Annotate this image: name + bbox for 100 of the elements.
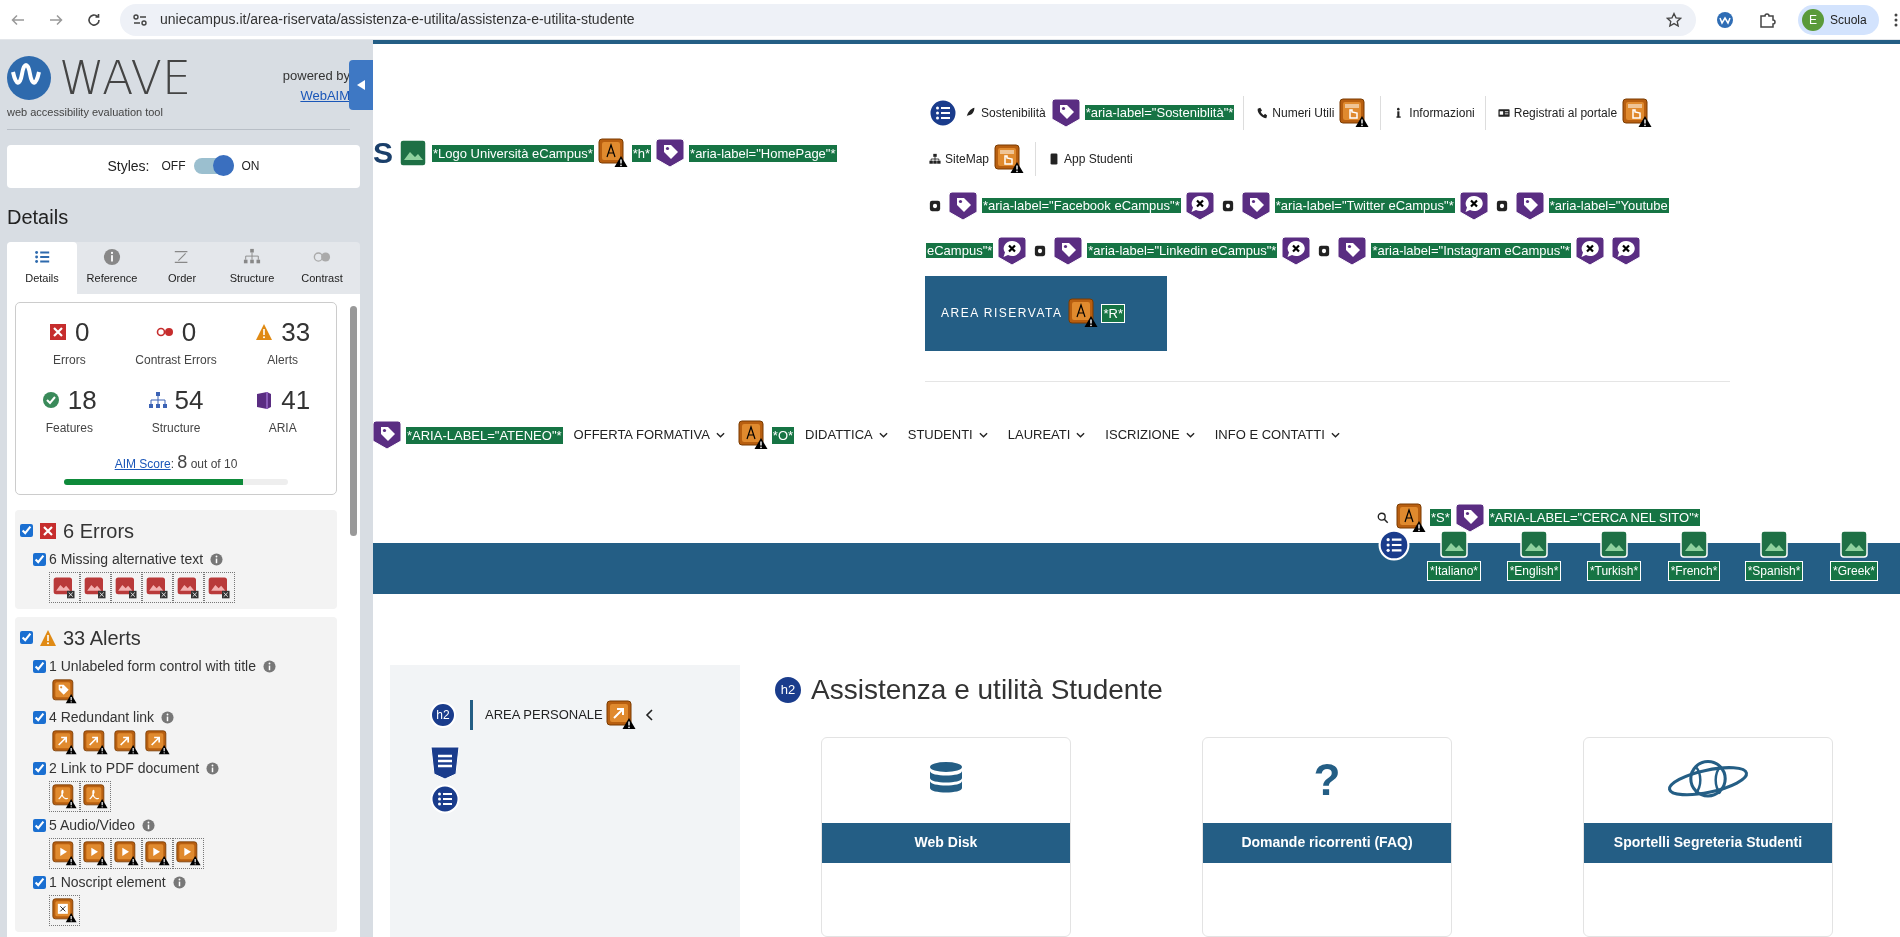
item-checkbox[interactable] (33, 659, 46, 673)
annotation-label: *aria-label="Twitter eCampus"* (1273, 196, 1456, 214)
info-icon[interactable] (172, 875, 186, 889)
item-checkbox[interactable] (33, 552, 46, 566)
panel-tab[interactable]: Reference (77, 241, 147, 294)
play-warning-icon[interactable] (173, 837, 204, 869)
heading-badge: h2 (773, 675, 803, 705)
heading-badge: h2 (430, 702, 456, 728)
chevron-down-icon (715, 432, 725, 439)
nav-menu-button[interactable]: STUDENTI (897, 425, 998, 445)
category-checkbox[interactable] (20, 524, 33, 537)
item-label: 2 Link to PDF document (49, 758, 200, 778)
header-link[interactable]: Numeri Utili (1272, 90, 1335, 136)
item-checkbox[interactable] (33, 710, 46, 724)
play-warning-icon[interactable] (80, 837, 111, 869)
tag-icon (1454, 502, 1485, 533)
styles-toggle[interactable] (193, 158, 234, 174)
profile-button[interactable]: E Scuola (1798, 4, 1879, 35)
letter-a-warning-icon (597, 138, 628, 169)
category-title: 33 Alerts (63, 625, 141, 651)
letter-a-warning-icon (737, 420, 768, 451)
broken-image-icon[interactable] (142, 571, 173, 603)
annotation-label: *French* (1667, 561, 1721, 581)
puzzle-icon[interactable] (1758, 10, 1776, 29)
speech-bubble-x-icon (1281, 235, 1312, 266)
category-checkbox[interactable] (20, 631, 33, 644)
info-icon[interactable] (142, 818, 156, 832)
info-icon[interactable] (263, 659, 276, 673)
list-icon (430, 784, 460, 814)
item-label: 1 Noscript element (49, 872, 166, 892)
nav-menu-button[interactable]: ISCRIZIONE (1095, 425, 1205, 445)
reserved-area-link[interactable]: AREA RISERVATA (941, 304, 1063, 323)
info-icon[interactable] (206, 761, 220, 775)
broken-image-icon[interactable] (49, 571, 80, 603)
document-warning-icon[interactable] (80, 780, 111, 812)
summary-count: 54 (174, 384, 204, 415)
header-link[interactable]: Registrati al portale (1513, 90, 1618, 136)
broken-image-icon[interactable] (80, 571, 111, 603)
card-title: Sportelli Segreteria Studenti (1584, 823, 1832, 863)
broken-image-icon[interactable] (111, 571, 142, 603)
panel-tab[interactable]: Details (7, 241, 77, 294)
list-icon (928, 98, 958, 128)
webaim-link[interactable]: WebAIM (300, 85, 350, 105)
shield-list-icon (430, 746, 460, 780)
link-warning-icon[interactable] (52, 729, 77, 755)
aim-score-link[interactable]: AIM Score (114, 456, 171, 471)
image-icon (1439, 529, 1469, 559)
nav-menu-button[interactable]: INFO E CONTATTI (1204, 425, 1350, 445)
document-warning-icon[interactable] (49, 780, 80, 812)
chevron-left-icon[interactable] (644, 709, 653, 721)
header-link[interactable]: Sostenibilità (981, 90, 1046, 136)
site-settings-icon[interactable] (132, 11, 148, 28)
annotation-label: *S* (1429, 508, 1452, 528)
tag-warning-icon[interactable] (52, 678, 77, 704)
logo-letter: S (373, 138, 393, 169)
item-checkbox[interactable] (33, 818, 46, 832)
script-warning-icon[interactable] (49, 894, 80, 926)
more-icon[interactable] (1892, 11, 1899, 28)
header-link[interactable]: SiteMap (945, 136, 990, 182)
card-title: Domande ricorrenti (FAQ) (1203, 823, 1451, 863)
address-bar[interactable]: uniecampus.it/area-riservata/assistenza-e-utilita/assistenza-e-utilita-studente (120, 3, 1696, 36)
item-checkbox[interactable] (33, 875, 46, 889)
alert-icon (255, 322, 274, 341)
chevron-down-icon (1076, 432, 1086, 439)
info-icon[interactable] (210, 552, 224, 566)
broken-image-icon[interactable] (204, 571, 235, 603)
nav-menu-button[interactable]: OFFERTA FORMATIVA (563, 425, 735, 445)
service-card[interactable]: ? Domande ricorrenti (FAQ) (1202, 737, 1452, 937)
panel-tab[interactable]: Order (147, 241, 217, 294)
item-checkbox[interactable] (33, 761, 46, 775)
speech-bubble-x-icon (1574, 235, 1605, 266)
chevron-down-icon (978, 432, 988, 439)
panel-tab[interactable]: Contrast (287, 241, 357, 294)
link-warning-icon[interactable] (114, 729, 139, 755)
social-icon (1318, 244, 1331, 257)
service-card[interactable]: Sportelli Segreteria Studenti (1583, 737, 1833, 937)
star-icon[interactable] (1666, 11, 1682, 28)
header-link[interactable]: Informazioni (1409, 90, 1475, 136)
image-icon (398, 138, 428, 169)
header-link[interactable]: App Studenti (1064, 136, 1133, 182)
collapse-panel-button[interactable] (349, 60, 373, 110)
play-warning-icon[interactable] (111, 837, 142, 869)
play-warning-icon[interactable] (49, 837, 80, 869)
summary-count: 41 (281, 384, 311, 415)
info-icon[interactable] (161, 710, 175, 724)
link-warning-icon[interactable] (83, 729, 108, 755)
search-icon (1377, 511, 1389, 524)
tag-icon (1050, 98, 1081, 128)
speech-bubble-x-icon (1458, 190, 1489, 221)
nav-menu-button[interactable]: LAUREATI (997, 425, 1096, 445)
extension-icon[interactable] (1716, 10, 1734, 29)
reload-icon[interactable] (86, 11, 102, 28)
service-card[interactable]: Web Disk (821, 737, 1071, 937)
broken-image-icon[interactable] (173, 571, 204, 603)
sidebar-link[interactable]: AREA PERSONALE (485, 705, 603, 725)
nav-menu-button[interactable]: DIDATTICA (795, 425, 898, 445)
panel-tab[interactable]: Structure (217, 241, 287, 294)
pointer-warning-icon (1339, 98, 1370, 128)
link-warning-icon[interactable] (145, 729, 170, 755)
play-warning-icon[interactable] (142, 837, 173, 869)
